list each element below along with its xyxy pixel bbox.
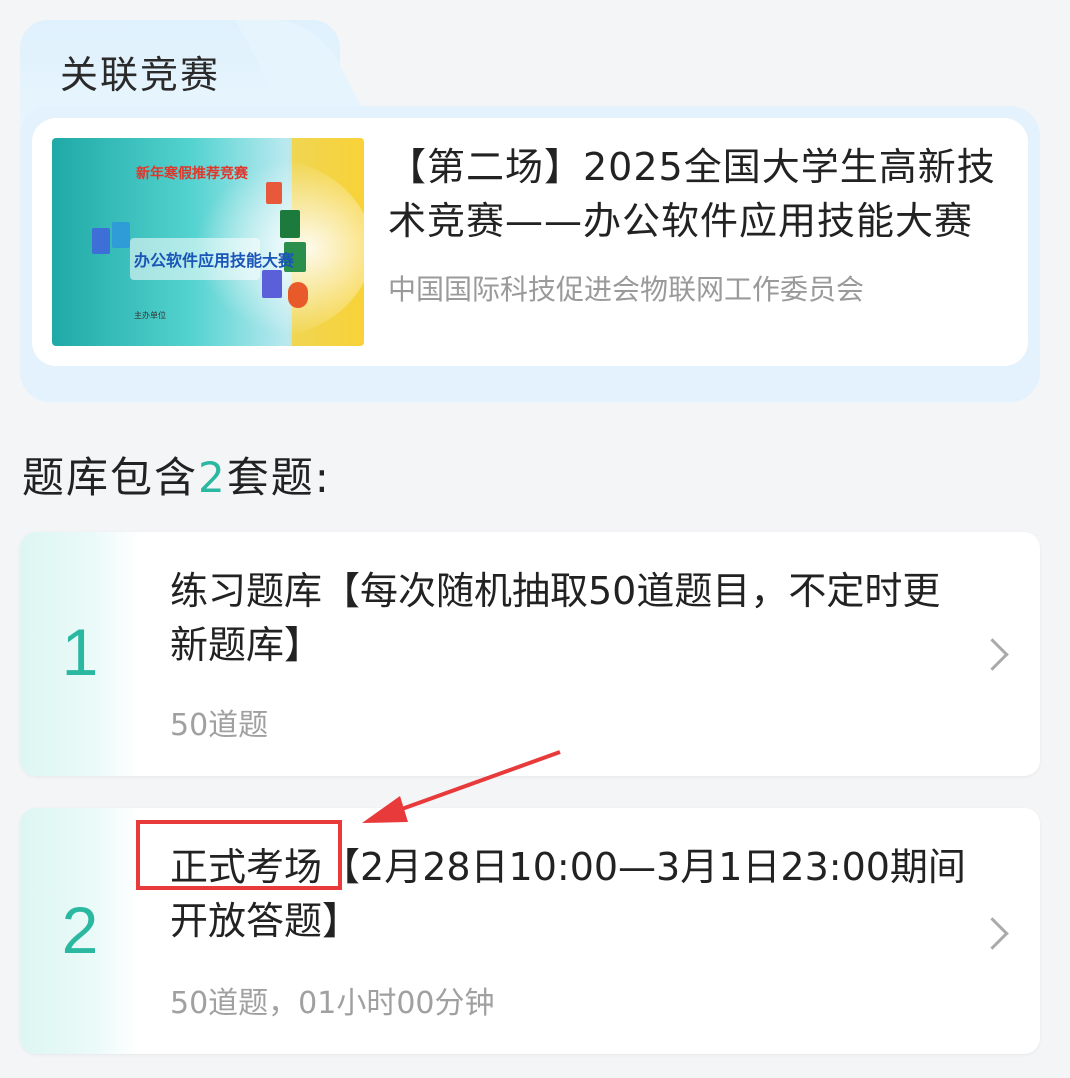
related-competition-panel: 新年寒假推荐竞赛 办公软件应用技能大赛 主办单位 【第二场】2025全国大学生高… [20, 106, 1040, 402]
question-set-card-1[interactable]: 1 练习题库【每次随机抽取50道题目，不定时更新题库】 50道题 [20, 532, 1040, 776]
chevron-right-icon [976, 638, 1009, 671]
banner-footer: 主办单位 [134, 310, 166, 320]
chevron-right-icon [976, 917, 1009, 950]
banner-main-text: 办公软件应用技能大赛 [134, 251, 295, 270]
related-competition-title: 关联竞赛 [60, 53, 221, 97]
set-meta: 50道题，01小时00分钟 [170, 986, 495, 1021]
banner-headline: 新年寒假推荐竞赛 [136, 165, 249, 182]
set-number: 2 [61, 893, 99, 967]
set-title: 练习题库【每次随机抽取50道题目，不定时更新题库】 [170, 569, 941, 667]
competition-card[interactable]: 新年寒假推荐竞赛 办公软件应用技能大赛 主办单位 【第二场】2025全国大学生高… [32, 118, 1028, 366]
set-meta: 50道题 [170, 708, 269, 743]
competition-organizer: 中国国际科技促进会物联网工作委员会 [388, 273, 865, 306]
set-count: 2 [198, 453, 227, 502]
heading-suffix: 套题: [226, 453, 331, 502]
competition-banner-image: 新年寒假推荐竞赛 办公软件应用技能大赛 主办单位 [52, 138, 364, 346]
set-number: 1 [61, 615, 99, 689]
competition-title[interactable]: 【第二场】2025全国大学生高新技术竞赛——办公软件应用技能大赛 [388, 140, 1018, 248]
question-bank-heading: 题库包含2套题: [22, 444, 331, 505]
annotation-highlight-box [136, 820, 342, 890]
heading-prefix: 题库包含 [22, 453, 199, 502]
related-competition-section: 关联竞赛 新年寒假推荐竞赛 办公软件应用技能大赛 主办单位 【第二场】2025全… [20, 20, 1040, 402]
